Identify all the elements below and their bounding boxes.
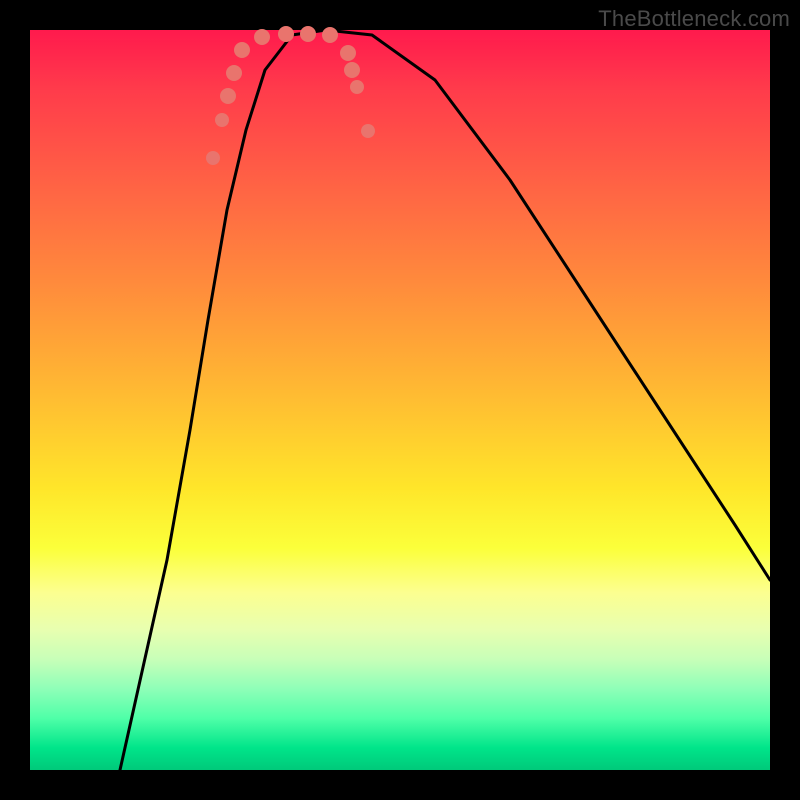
bottleneck-curve (30, 30, 770, 770)
curve-marker (344, 62, 360, 78)
curve-marker (340, 45, 356, 61)
curve-marker (300, 26, 316, 42)
plot-area (30, 30, 770, 770)
curve-marker (254, 29, 270, 45)
curve-marker (350, 80, 364, 94)
curve-marker (278, 26, 294, 42)
curve-marker (220, 88, 236, 104)
curve-marker (234, 42, 250, 58)
curve-marker (322, 27, 338, 43)
attribution-text: TheBottleneck.com (598, 6, 790, 32)
curve-marker (206, 151, 220, 165)
curve-marker (226, 65, 242, 81)
curve-marker (361, 124, 375, 138)
curve-marker (215, 113, 229, 127)
